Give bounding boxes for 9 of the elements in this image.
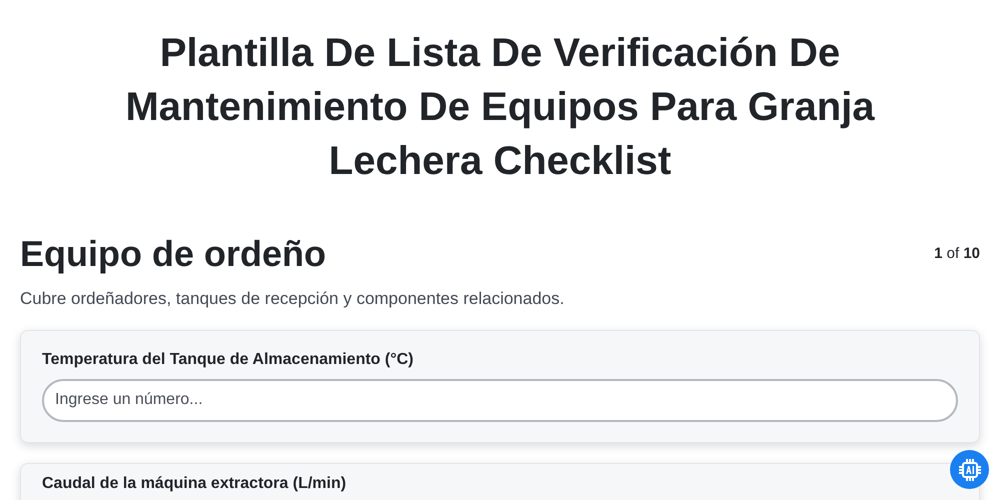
ai-chip-button[interactable] xyxy=(950,450,989,489)
question-label: Temperatura del Tanque de Almacenamiento (°C) xyxy=(42,350,415,368)
page-counter: 1 of 10 xyxy=(934,244,980,264)
page-title: Plantilla De Lista De Verificación De Mantenimiento De Equipos Para Granja Lechera Checklist xyxy=(124,30,876,185)
chip-icon xyxy=(956,456,982,482)
section-heading: Equipo de ordeño xyxy=(20,232,326,276)
question-label: Caudal de la máquina extractora (L/min) xyxy=(42,474,348,492)
number-input-field[interactable]: Ingrese un número... xyxy=(42,378,958,422)
section-description: Cubre ordeñadores, tanques de recepción y componentes relacionados. xyxy=(20,288,566,310)
